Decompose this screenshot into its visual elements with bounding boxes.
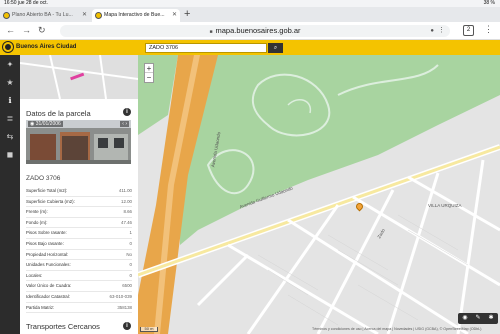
parcel-attribute-row: Identificador Catastral: 63-010-039 xyxy=(26,292,132,303)
panel-title: Datos de la parcela xyxy=(26,109,91,118)
attribute-value: 1 xyxy=(129,230,132,236)
walk-icon[interactable]: ✦ xyxy=(4,59,16,71)
parcel-attribute-row: Frente (m): 8.66 xyxy=(26,207,132,218)
attribute-value: 0 xyxy=(129,240,132,246)
attribute-value: 6500 xyxy=(122,283,132,289)
attribute-label: Superficie Total (m2): xyxy=(26,188,68,193)
close-tab-icon[interactable]: ✕ xyxy=(82,9,87,22)
transport-info-icon[interactable]: i xyxy=(123,322,131,330)
tab-mapa-interactivo[interactable]: Mapa Interactivo de Bue... ✕ xyxy=(92,9,180,22)
attribute-value: 47.46 xyxy=(121,219,132,225)
chat-icon[interactable]: ◼ xyxy=(4,149,16,161)
url-bar[interactable]: ■ mapa.buenosaires.gob.ar ● ⋮ xyxy=(60,25,450,37)
microphone-icon[interactable]: ● xyxy=(430,25,434,37)
lock-icon: ■ xyxy=(209,29,213,35)
tab-count-button[interactable]: 2 xyxy=(463,25,474,36)
attribute-value: No xyxy=(126,251,132,257)
map-canvas xyxy=(138,55,500,334)
attribute-value: 63-010-039 xyxy=(109,293,132,299)
eye-icon[interactable]: ◉ xyxy=(459,313,471,324)
tab-label: Mapa Interactivo de Bue... xyxy=(104,12,165,18)
browser-menu-icon[interactable]: ⋮ xyxy=(484,24,493,35)
attribute-label: Fondo (m): xyxy=(26,219,48,225)
parcel-attribute-row: Locales: 0 xyxy=(26,271,132,282)
attribute-label: Frente (m): xyxy=(26,209,48,215)
parcel-attribute-row: Pisos Sobre rasante: 1 xyxy=(26,228,132,239)
parcel-attribute-row: Unidades Funcionales: 0 xyxy=(26,260,132,271)
left-toolbar: ✦ ★ ℹ ≣ ⇆ ◼ xyxy=(0,55,20,334)
attribute-label: Identificador Catastral: xyxy=(26,293,70,299)
map-scale: 50 m xyxy=(140,327,158,332)
attribute-label: Pisos Sobre rasante: xyxy=(26,230,67,236)
forward-arrow-icon[interactable]: → xyxy=(22,25,31,36)
facade-photo: ◉ 31/01/2006 ‹ › xyxy=(26,120,131,164)
zoom-out-button[interactable]: − xyxy=(145,73,153,82)
tab-label: Plano Abierto BA - Tu Lu... xyxy=(12,12,73,18)
photo-date-badge: ◉ 31/01/2006 xyxy=(28,121,63,127)
status-bar: 16:50 jue 28 de oct. 38 % xyxy=(0,0,500,7)
attribute-value: 12.00 xyxy=(121,198,132,204)
attribute-label: Pisos Bajo rasante: xyxy=(26,240,64,246)
layers-icon[interactable]: ≣ xyxy=(4,113,16,125)
parcel-attribute-row: Pisos Bajo rasante: 0 xyxy=(26,239,132,250)
parcel-attribute-row: Propiedad Horizontal: No xyxy=(26,250,132,261)
map-attribution[interactable]: Términos y condiciones de uso | Acerca d… xyxy=(312,327,481,331)
photo-nav-arrows-icon[interactable]: ‹ › xyxy=(120,121,129,127)
parcel-attribute-row: Superficie Total (m2): 411.00 xyxy=(26,186,132,197)
search-icon: ⌕ xyxy=(273,45,278,51)
attribute-value: 411.00 xyxy=(118,188,132,193)
panel-info-icon[interactable]: i xyxy=(123,108,131,116)
close-tab-icon[interactable]: ✕ xyxy=(172,9,177,22)
app-header: Buenos Aires Ciudad ZADO 3706 ⌕ xyxy=(0,40,500,55)
battery-indicator: 38 % xyxy=(483,0,495,6)
search-button[interactable]: ⌕ xyxy=(268,43,283,53)
attribute-value: 8.66 xyxy=(123,209,132,215)
attribute-value: 358138 xyxy=(117,304,132,310)
buenos-aires-favicon-icon xyxy=(3,12,10,19)
parcel-attribute-row: Fondo (m): 47.46 xyxy=(26,218,132,229)
parcel-info-panel: Datos de la parcela i ◉ 31/01/2006 ‹ › Z… xyxy=(20,55,138,334)
neighborhood-label: VILLA URQUIZA xyxy=(428,203,462,208)
attribute-label: Locales: xyxy=(26,272,43,278)
parcel-address: ZADO 3706 xyxy=(26,175,61,182)
parcel-attributes-list: Superficie Total (m2): 411.00 Superficie C… xyxy=(26,186,132,314)
status-time-date: 16:50 jue 28 de oct. xyxy=(4,0,48,6)
pencil-icon[interactable]: ✎ xyxy=(472,313,484,324)
transport-section-title: Transportes Cercanos xyxy=(26,322,100,331)
attribute-value: 0 xyxy=(129,262,132,268)
attribute-label: Unidades Funcionales: xyxy=(26,262,71,268)
new-tab-button[interactable]: + xyxy=(184,8,190,21)
zoom-in-button[interactable]: + xyxy=(145,64,153,73)
more-dots-icon[interactable]: ⋮ xyxy=(438,25,445,37)
city-logo-icon xyxy=(3,42,13,52)
address-search-input[interactable]: ZADO 3706 xyxy=(145,43,267,53)
star-icon[interactable]: ★ xyxy=(4,77,16,89)
buenos-aires-favicon-icon xyxy=(95,12,102,19)
attribute-label: Partida Matriz: xyxy=(26,304,55,310)
reload-icon[interactable]: ↻ xyxy=(38,25,46,36)
back-arrow-icon[interactable]: ← xyxy=(6,25,15,36)
parcel-attribute-row: Valor Único de Cuadra: 6500 xyxy=(26,281,132,292)
attribute-label: Propiedad Horizontal: xyxy=(26,251,69,257)
attribute-value: 0 xyxy=(129,272,132,278)
parcel-attribute-row: Superficie Cubierta (m2): 12.00 xyxy=(26,197,132,208)
directions-icon[interactable]: ⇆ xyxy=(4,131,16,143)
tab-plano-abierto[interactable]: Plano Abierto BA - Tu Lu... ✕ xyxy=(0,9,90,22)
info-icon[interactable]: ℹ xyxy=(4,95,16,107)
parcel-attribute-row: Partida Matriz: 358138 xyxy=(26,303,132,314)
panel-map-svg xyxy=(20,55,138,100)
attribute-label: Superficie Cubierta (m2): xyxy=(26,198,75,204)
brand-name: Buenos Aires Ciudad xyxy=(16,44,77,50)
attribute-label: Valor Único de Cuadra: xyxy=(26,283,72,289)
interactive-map[interactable]: Avenida Udaondo Avenida Guillermo Udaond… xyxy=(138,55,500,334)
browser-toolbar: ← → ↻ ■ mapa.buenosaires.gob.ar ● ⋮ 2 ⋮ xyxy=(0,22,500,40)
settings-icon[interactable]: ✱ xyxy=(485,313,497,324)
zoom-control: + − xyxy=(144,63,154,83)
url-text: mapa.buenosaires.gob.ar xyxy=(215,26,301,35)
panel-map-preview xyxy=(20,55,138,100)
map-tools: ◉ ✎ ✱ xyxy=(458,313,498,324)
browser-tab-strip: Plano Abierto BA - Tu Lu... ✕ Mapa Inter… xyxy=(0,7,500,22)
